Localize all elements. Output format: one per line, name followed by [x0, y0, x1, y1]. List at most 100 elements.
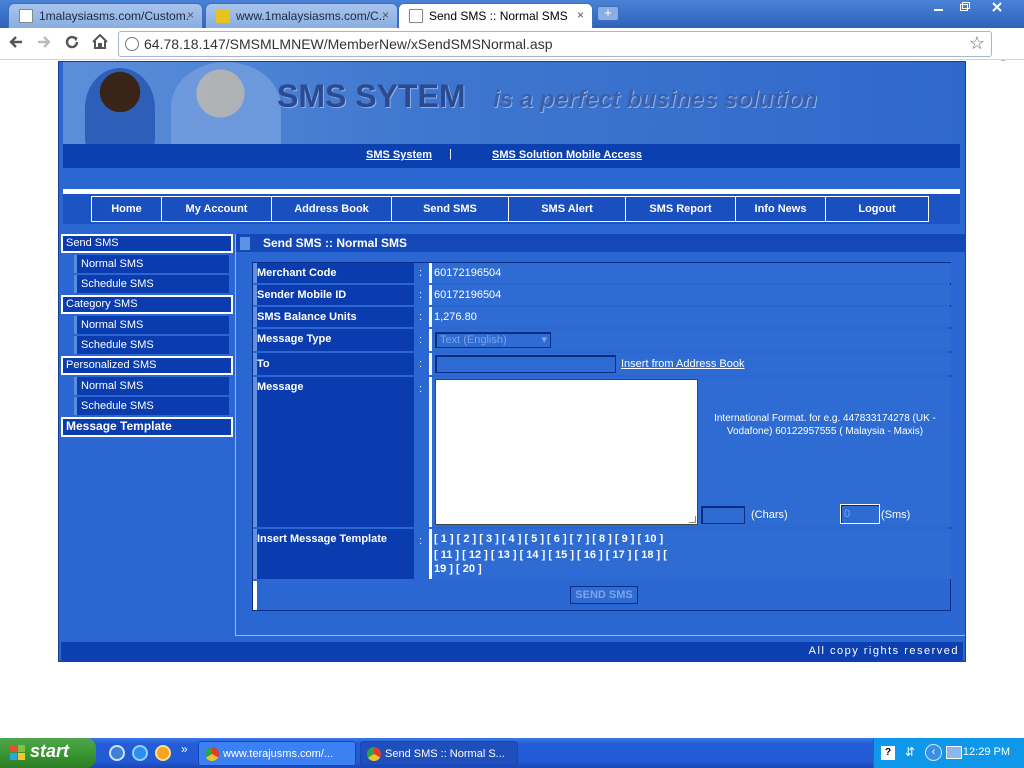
- colon: :: [419, 535, 423, 547]
- message-type-label: Message Type: [253, 329, 414, 351]
- tab-title: www.1malaysiasms.com/C...: [236, 9, 386, 23]
- mobile-access-link[interactable]: SMS Solution Mobile Access: [492, 149, 642, 161]
- internet-explorer-icon[interactable]: [132, 745, 148, 761]
- main-content: Send SMS :: Normal SMS Merchant Code : 6…: [235, 234, 966, 636]
- link-separator: |: [449, 148, 452, 160]
- menu-sms-alert[interactable]: SMS Alert: [509, 197, 626, 221]
- banner-photo: [171, 62, 281, 144]
- sidebar-send-schedule-sms[interactable]: Schedule SMS: [74, 275, 229, 293]
- sidebar-category-schedule-sms[interactable]: Schedule SMS: [74, 336, 229, 354]
- colon: :: [419, 311, 423, 323]
- maximize-button[interactable]: [954, 1, 976, 17]
- colon: :: [419, 358, 423, 370]
- collapse-tray-icon[interactable]: ‹: [925, 744, 942, 761]
- close-window-button[interactable]: [986, 1, 1008, 17]
- minimize-button[interactable]: [928, 1, 950, 17]
- main-menu: Home My Account Address Book Send SMS SM…: [91, 196, 929, 222]
- expand-quicklaunch-icon[interactable]: »: [181, 742, 188, 756]
- sms-label: (Sms): [881, 509, 911, 521]
- taskbar-item-2-active[interactable]: Send SMS :: Normal S...: [360, 741, 518, 766]
- favicon-icon: [216, 9, 230, 23]
- menu-sms-report[interactable]: SMS Report: [626, 197, 736, 221]
- template-links-row-3[interactable]: 19 ] [ 20 ]: [434, 563, 704, 576]
- chrome-icon: [367, 747, 381, 761]
- send-sms-form: Merchant Code : 60172196504 Sender Mobil…: [252, 262, 951, 611]
- taskbar-item-title: Send SMS :: Normal S...: [385, 748, 505, 760]
- menu-my-account[interactable]: My Account: [162, 197, 272, 221]
- browser-tab-2[interactable]: www.1malaysiasms.com/C... ×: [205, 3, 398, 28]
- tab-title: 1malaysiasms.com/Custom...: [39, 9, 189, 23]
- content-title-bar: Send SMS :: Normal SMS: [236, 234, 966, 252]
- menu-home[interactable]: Home: [92, 197, 162, 221]
- start-button[interactable]: start: [0, 738, 96, 768]
- bookmark-star-icon[interactable]: ☆: [969, 33, 985, 54]
- sidebar-send-sms[interactable]: Send SMS: [61, 234, 233, 253]
- browser-tab-3-active[interactable]: Send SMS :: Normal SMS ×: [398, 3, 593, 28]
- main-menu-bar: Home My Account Address Book Send SMS SM…: [63, 194, 960, 224]
- message-type-value: Text (English): [440, 334, 507, 346]
- message-type-select[interactable]: Text (English) ▾: [435, 332, 551, 348]
- to-input[interactable]: [435, 355, 616, 373]
- chars-count-field: [701, 506, 745, 524]
- value-cell: [429, 307, 951, 327]
- colon: :: [419, 334, 423, 346]
- windows-flag-icon: [10, 745, 25, 760]
- close-icon[interactable]: ×: [187, 8, 194, 22]
- chrome-icon: [205, 747, 219, 761]
- reload-button[interactable]: [60, 32, 84, 56]
- sidebar-personalized-normal-sms[interactable]: Normal SMS: [74, 377, 229, 395]
- to-label: To: [253, 353, 414, 375]
- home-icon: [92, 33, 108, 49]
- banner-tagline: is a perfect busines solution: [493, 86, 818, 113]
- home-button[interactable]: [88, 32, 112, 56]
- send-row-marker: [253, 581, 257, 610]
- page-icon: [409, 9, 423, 23]
- sidebar-category-normal-sms[interactable]: Normal SMS: [74, 316, 229, 334]
- help-icon[interactable]: ?: [881, 746, 895, 760]
- taskbar-item-1[interactable]: www.terajusms.com/...: [198, 741, 356, 766]
- top-links-bar: SMS System | SMS Solution Mobile Access: [63, 144, 960, 168]
- value-cell: [429, 285, 951, 305]
- close-icon[interactable]: ×: [382, 8, 389, 22]
- url-text: 64.78.18.147/SMSMLMNEW/MemberNew/xSendSM…: [144, 36, 553, 52]
- banner-photo: [85, 68, 155, 144]
- tab-title: Send SMS :: Normal SMS: [429, 9, 568, 23]
- new-tab-button[interactable]: +: [597, 6, 619, 21]
- menu-info-news[interactable]: Info News: [736, 197, 826, 221]
- send-sms-button[interactable]: SEND SMS: [570, 586, 638, 604]
- colon: :: [419, 289, 423, 301]
- sidebar-personalized-sms[interactable]: Personalized SMS: [61, 356, 233, 375]
- colon: :: [419, 383, 423, 395]
- address-bar[interactable]: 64.78.18.147/SMSMLMNEW/MemberNew/xSendSM…: [118, 31, 992, 57]
- insert-from-address-book-link[interactable]: Insert from Address Book: [621, 358, 745, 370]
- menu-address-book[interactable]: Address Book: [272, 197, 392, 221]
- network-icon[interactable]: ⇵: [905, 745, 917, 761]
- reload-icon: [65, 35, 79, 49]
- forward-button[interactable]: [32, 32, 56, 56]
- sms-system-link[interactable]: SMS System: [366, 149, 432, 161]
- browser-tab-1[interactable]: 1malaysiasms.com/Custom... ×: [8, 3, 203, 28]
- close-icon[interactable]: ×: [577, 8, 584, 22]
- balance-label: SMS Balance Units: [253, 307, 414, 327]
- menu-logout[interactable]: Logout: [826, 197, 928, 221]
- taskbar: start » www.terajusms.com/... Send SMS :…: [0, 738, 1024, 768]
- balance-value: 1,276.80: [434, 311, 477, 323]
- menu-send-sms[interactable]: Send SMS: [392, 197, 509, 221]
- template-label: Insert Message Template: [253, 529, 414, 579]
- forward-arrow-icon: [38, 36, 51, 48]
- template-links-row-1[interactable]: [ 1 ] [ 2 ] [ 3 ] [ 4 ] [ 5 ] [ 6 ] [ 7 …: [434, 531, 704, 547]
- display-icon[interactable]: [946, 746, 962, 759]
- back-button[interactable]: [4, 32, 28, 56]
- sms-count-value: 0: [844, 508, 851, 520]
- sidebar-send-normal-sms[interactable]: Normal SMS: [74, 255, 229, 273]
- browser-tab-strip: 1malaysiasms.com/Custom... × www.1malays…: [0, 0, 1024, 28]
- sms-count-field: 0: [840, 504, 880, 524]
- desktop-icon[interactable]: [109, 745, 125, 761]
- media-player-icon[interactable]: [155, 745, 171, 761]
- page-icon: [19, 9, 33, 23]
- template-links-row-2[interactable]: [ 11 ] [ 12 ] [ 13 ] [ 14 ] [ 15 ] [ 16 …: [434, 547, 704, 563]
- sidebar-category-sms[interactable]: Category SMS: [61, 295, 233, 314]
- message-textarea[interactable]: [435, 379, 698, 525]
- sidebar-message-template[interactable]: Message Template: [61, 417, 233, 437]
- sidebar-personalized-schedule-sms[interactable]: Schedule SMS: [74, 397, 229, 415]
